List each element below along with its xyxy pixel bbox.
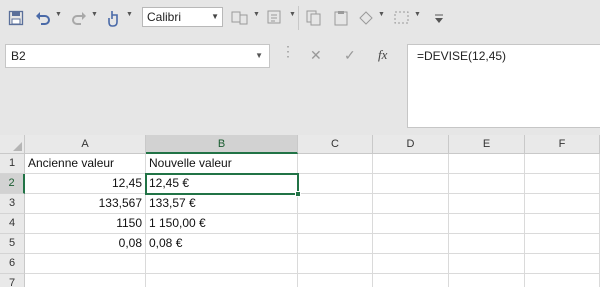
cell-f7[interactable]: [525, 274, 600, 287]
customize-icon[interactable]: [432, 8, 446, 28]
cell-b6[interactable]: [146, 254, 298, 274]
quick-access-toolbar: ▼ ▼ ▼ Calibri ▼ ▼ ▼ ▼ ▼: [0, 0, 600, 36]
sort-icon[interactable]: [266, 8, 286, 28]
cell-e1[interactable]: [449, 154, 525, 174]
fill-dropdown-icon[interactable]: ▼: [378, 11, 385, 18]
cell-b1[interactable]: Nouvelle valeur: [146, 154, 298, 174]
cell-f3[interactable]: [525, 194, 600, 214]
cell-e3[interactable]: [449, 194, 525, 214]
cell-e5[interactable]: [449, 234, 525, 254]
fill-color-icon[interactable]: [356, 8, 376, 28]
touch-dropdown-icon[interactable]: ▼: [126, 11, 133, 18]
cancel-icon[interactable]: ✕: [310, 47, 322, 64]
chevron-down-icon: ▼: [255, 51, 263, 60]
fill-handle[interactable]: [295, 191, 301, 197]
formula-text: =DEVISE(12,45): [417, 49, 507, 63]
save-icon[interactable]: [6, 8, 26, 28]
cell-d5[interactable]: [373, 234, 449, 254]
cell-c2[interactable]: [298, 174, 373, 194]
cell-f2[interactable]: [525, 174, 600, 194]
cell-c3[interactable]: [298, 194, 373, 214]
cell-f1[interactable]: [525, 154, 600, 174]
column-header-f[interactable]: F: [525, 135, 600, 154]
column-header-b[interactable]: B: [146, 135, 298, 154]
insert-function-icon[interactable]: fx: [378, 47, 387, 63]
column-header-c[interactable]: C: [298, 135, 373, 154]
row-header-3[interactable]: 3: [0, 194, 25, 214]
row-header-6[interactable]: 6: [0, 254, 25, 274]
redo-dropdown-icon[interactable]: ▼: [91, 11, 98, 18]
row-header-7[interactable]: 7: [0, 274, 25, 287]
cell-c6[interactable]: [298, 254, 373, 274]
cell-d1[interactable]: [373, 154, 449, 174]
cell-c4[interactable]: [298, 214, 373, 234]
row-header-4[interactable]: 4: [0, 214, 25, 234]
column-header-a[interactable]: A: [25, 135, 146, 154]
paste-icon[interactable]: [332, 8, 352, 28]
sort-dropdown-icon[interactable]: ▼: [289, 11, 296, 18]
column-header-e[interactable]: E: [449, 135, 525, 154]
cell-f4[interactable]: [525, 214, 600, 234]
cell-a4[interactable]: 1150: [25, 214, 146, 234]
touch-mode-icon[interactable]: [105, 8, 123, 28]
select-dropdown-icon[interactable]: ▼: [414, 11, 421, 18]
cell-a5[interactable]: 0,08: [25, 234, 146, 254]
cell-d3[interactable]: [373, 194, 449, 214]
formula-buttons: ✕ ✓ fx: [296, 44, 406, 68]
worksheet-grid: A B C D E F 1 2 3 4 5 6 7 Ancienne valeu…: [0, 135, 600, 287]
cell-e7[interactable]: [449, 274, 525, 287]
redo-icon[interactable]: [70, 8, 88, 28]
select-all-button[interactable]: [0, 135, 25, 154]
select-icon[interactable]: [392, 8, 412, 28]
formula-input[interactable]: =DEVISE(12,45): [407, 44, 600, 128]
cell-e2[interactable]: [449, 174, 525, 194]
row-header-5[interactable]: 5: [0, 234, 25, 254]
cell-a7[interactable]: [25, 274, 146, 287]
cell-d6[interactable]: [373, 254, 449, 274]
toolbar-divider: [298, 6, 299, 30]
cell-d4[interactable]: [373, 214, 449, 234]
undo-dropdown-icon[interactable]: ▼: [55, 11, 62, 18]
copy-icon[interactable]: [304, 8, 324, 28]
format-painter-icon[interactable]: [230, 8, 250, 28]
cell-b5[interactable]: 0,08 €: [146, 234, 298, 254]
cell-f5[interactable]: [525, 234, 600, 254]
formula-bar-grip-icon[interactable]: ⋮: [281, 44, 295, 58]
cell-d7[interactable]: [373, 274, 449, 287]
name-box[interactable]: B2 ▼: [5, 44, 270, 68]
cell-f6[interactable]: [525, 254, 600, 274]
cell-a3[interactable]: 133,567: [25, 194, 146, 214]
cell-c7[interactable]: [298, 274, 373, 287]
cell-d2[interactable]: [373, 174, 449, 194]
row-header-1[interactable]: 1: [0, 154, 25, 174]
cell-b7[interactable]: [146, 274, 298, 287]
undo-icon[interactable]: [34, 8, 52, 28]
format-dropdown-icon[interactable]: ▼: [253, 11, 260, 18]
cell-b4[interactable]: 1 150,00 €: [146, 214, 298, 234]
cell-a6[interactable]: [25, 254, 146, 274]
font-name-select[interactable]: Calibri ▼: [142, 7, 223, 27]
cell-e6[interactable]: [449, 254, 525, 274]
name-box-value: B2: [11, 49, 26, 63]
cell-c5[interactable]: [298, 234, 373, 254]
cell-a1[interactable]: Ancienne valeur: [25, 154, 146, 174]
column-header-d[interactable]: D: [373, 135, 449, 154]
cell-b3[interactable]: 133,57 €: [146, 194, 298, 214]
font-name-value: Calibri: [147, 10, 182, 24]
active-cell-border: [145, 173, 299, 195]
chevron-down-icon: ▼: [211, 12, 219, 21]
cell-c1[interactable]: [298, 154, 373, 174]
cell-a2[interactable]: 12,45: [25, 174, 146, 194]
enter-icon[interactable]: ✓: [344, 47, 356, 64]
row-header-2[interactable]: 2: [0, 174, 25, 194]
cell-e4[interactable]: [449, 214, 525, 234]
